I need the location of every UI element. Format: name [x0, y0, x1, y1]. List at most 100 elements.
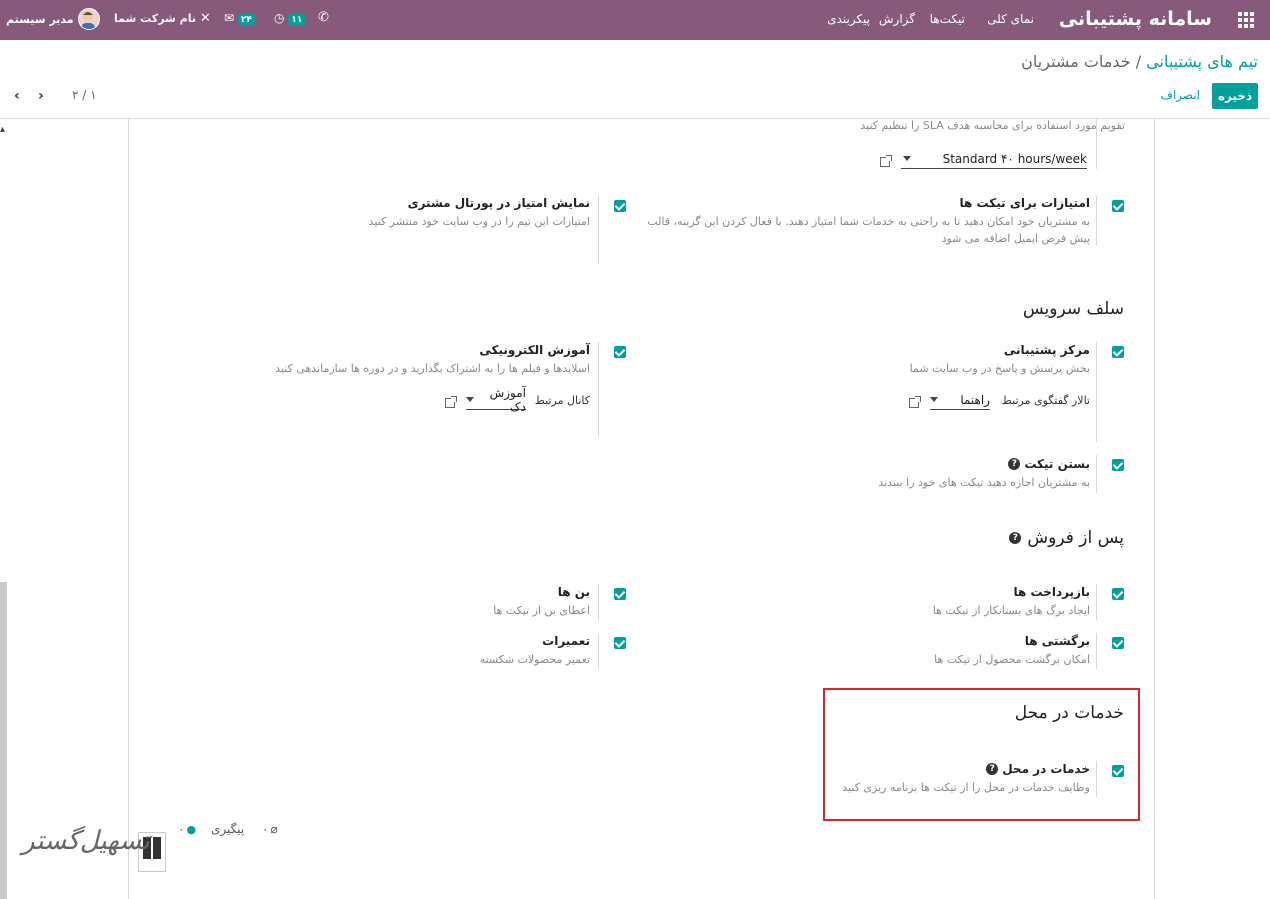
ticket-closing-label: بستن تیکت: [1024, 457, 1090, 471]
followers-button[interactable]: ۰ ●: [178, 822, 196, 836]
setting-divider: [1096, 455, 1097, 493]
followers-count: ۰: [178, 822, 185, 836]
setting-divider: [1096, 119, 1097, 169]
setting-divider: [1096, 342, 1097, 442]
coupons-desc: اعطای بن از تیکت ها: [493, 604, 590, 617]
elearning-checkbox[interactable]: [614, 346, 626, 358]
setting-divider: [1096, 761, 1097, 797]
menu-reporting[interactable]: گزارش: [879, 12, 915, 26]
user-icon: ●: [186, 822, 197, 836]
top-navbar: سامانه پشتیبانی نمای کلی تیکت‌ها گزارش پ…: [0, 0, 1270, 40]
ticket-closing-label-row: بستن تیکت ?: [1008, 457, 1090, 471]
elearning-channel-value: آموزش دک: [489, 385, 526, 414]
chevron-down-icon: [903, 156, 911, 161]
field-service-title: خدمات در محل: [1014, 703, 1124, 723]
help-center-forum-value: راهنما: [960, 392, 990, 407]
help-icon[interactable]: ?: [986, 763, 999, 775]
elearning-channel-label: کانال مرتبط: [534, 394, 590, 407]
elearning-desc: اسلایدها و فیلم ها را به اشتراک بگذارید …: [275, 362, 590, 375]
refunds-desc: ایجاد برگ های بستانکار از تیکت ها: [932, 604, 1090, 617]
breadcrumb-separator: /: [1130, 52, 1147, 71]
help-icon[interactable]: ?: [1009, 532, 1022, 544]
after-sales-title: پس از فروش: [1027, 528, 1124, 548]
sla-calendar-value: Standard ۴۰ hours/week: [942, 151, 1087, 166]
follow-button[interactable]: پیگیری: [211, 822, 244, 836]
messages-badge: ۲۴: [237, 14, 255, 26]
breadcrumb-current: خدمات مشتریان: [1021, 52, 1131, 71]
external-link-icon[interactable]: [445, 396, 457, 408]
help-icon[interactable]: ?: [1008, 458, 1021, 470]
setting-divider: [598, 342, 599, 436]
ratings-desc: به مشتریان خود امکان دهید تا به راحتی به…: [647, 215, 1090, 245]
setting-divider: [1096, 196, 1097, 246]
watermark-text: تسهیل‌گستر: [22, 826, 150, 856]
portal-rating-label: نمایش امتیاز در پورتال مشتری: [407, 196, 590, 210]
menu-configuration[interactable]: پیکربندی: [827, 12, 870, 26]
menu-overview[interactable]: نمای کلی: [987, 12, 1034, 26]
after-sales-title-row: پس از فروش ?: [1009, 528, 1124, 548]
setting-divider: [598, 196, 599, 264]
attachments-button[interactable]: ۰ ⌀: [262, 822, 278, 836]
field-service-checkbox[interactable]: [1112, 765, 1124, 777]
coupons-label: بن ها: [557, 585, 590, 599]
portal-rating-checkbox[interactable]: [614, 200, 626, 212]
pager-previous-icon[interactable]: ‹: [14, 88, 20, 104]
apps-menu-icon[interactable]: [1238, 12, 1254, 28]
elearning-channel-select[interactable]: آموزش دک: [466, 386, 526, 414]
clock-icon: ◷: [274, 11, 285, 25]
company-name: نام شرکت شما: [114, 12, 197, 25]
scroll-up-icon[interactable]: ▴: [0, 124, 5, 135]
coupons-checkbox[interactable]: [614, 588, 626, 600]
repairs-label: تعمیرات: [542, 634, 590, 648]
company-switcher[interactable]: ✕ نام شرکت شما: [114, 11, 211, 26]
discard-button[interactable]: انصراف: [1161, 88, 1200, 102]
field-service-label-row: خدمات در محل ?: [986, 762, 1090, 776]
repairs-checkbox[interactable]: [614, 637, 626, 649]
phone-icon[interactable]: ✆: [318, 10, 329, 25]
messaging-menu[interactable]: ۲۴ ✉: [224, 11, 255, 26]
setting-divider: [1096, 633, 1097, 669]
ticket-closing-desc: به مشتریان اجازه دهید تیکت های خود را بب…: [878, 476, 1090, 489]
attachments-count: ۰: [262, 822, 269, 836]
ticket-closing-checkbox[interactable]: [1112, 459, 1124, 471]
field-service-label: خدمات در محل: [1002, 762, 1090, 776]
help-center-forum-label: تالار گفتگوی مرتبط: [1001, 394, 1090, 407]
ratings-checkbox[interactable]: [1112, 200, 1124, 212]
tools-icon: ✕: [199, 11, 211, 26]
elearning-label: آموزش الکترونیکی: [479, 343, 590, 357]
self-service-title: سلف سرویس: [1022, 299, 1124, 319]
setting-divider: [598, 584, 599, 620]
chevron-down-icon: [930, 397, 938, 402]
breadcrumb: تیم های پشتیبانی / خدمات مشتریان: [1021, 52, 1258, 71]
help-center-label: مرکز پشتیبانی: [1003, 343, 1090, 357]
returns-checkbox[interactable]: [1112, 637, 1124, 649]
activity-menu[interactable]: ۱۱ ◷: [274, 11, 306, 26]
breadcrumb-parent[interactable]: تیم های پشتیبانی: [1146, 52, 1258, 71]
left-scrollbar[interactable]: [0, 582, 7, 899]
help-center-checkbox[interactable]: [1112, 346, 1124, 358]
user-menu[interactable]: مدیر سیستم: [6, 8, 100, 30]
external-link-icon[interactable]: [880, 155, 892, 167]
sla-calendar-select[interactable]: Standard ۴۰ hours/week: [901, 149, 1087, 169]
chat-icon: ✉: [224, 11, 235, 25]
returns-desc: امکان برگشت محصول از تیکت ها: [934, 653, 1090, 666]
portal-rating-desc: امتیازات این تیم را در وب سایت خود منتشر…: [368, 215, 590, 228]
returns-label: برگشتی ها: [1024, 634, 1090, 648]
setting-divider: [598, 633, 599, 669]
sla-calendar-desc: تقویم مورد استفاده برای محاسبه هدف SLA ر…: [860, 119, 1125, 132]
app-brand[interactable]: سامانه پشتیبانی: [1059, 8, 1212, 30]
pager-next-icon[interactable]: ›: [38, 88, 44, 104]
repairs-desc: تعمیر محصولات شکسته: [479, 653, 590, 666]
setting-divider: [1096, 584, 1097, 620]
user-name: مدیر سیستم: [6, 12, 74, 26]
paperclip-icon: ⌀: [270, 822, 278, 836]
help-center-forum-select[interactable]: راهنما: [930, 390, 990, 410]
user-avatar: [77, 8, 100, 30]
activity-badge: ۱۱: [288, 14, 306, 26]
pager-value[interactable]: ۲ / ۱: [72, 88, 97, 102]
external-link-icon[interactable]: [909, 396, 921, 408]
save-button[interactable]: ذخیره: [1212, 83, 1258, 109]
menu-tickets[interactable]: تیکت‌ها: [930, 12, 965, 26]
ratings-label: امتیازات برای تیکت ها: [959, 196, 1090, 210]
refunds-checkbox[interactable]: [1112, 588, 1124, 600]
